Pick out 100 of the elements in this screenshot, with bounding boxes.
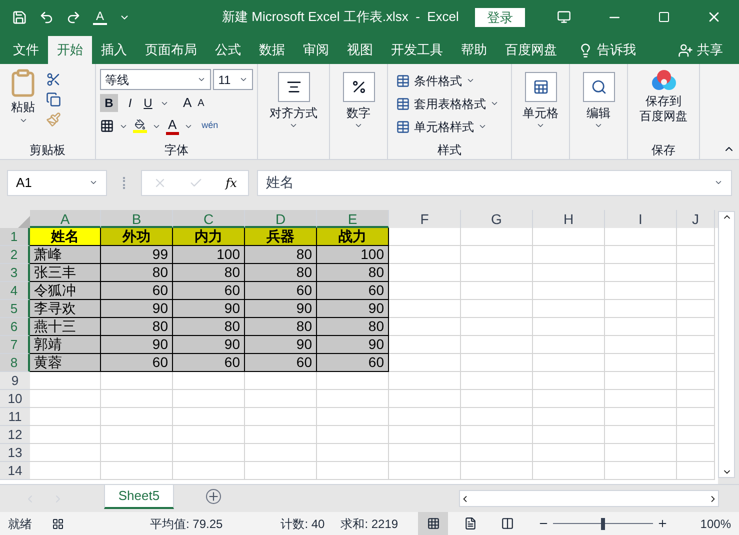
ribbon-tab[interactable]: 页面布局 [136, 36, 206, 64]
table-cell: 90 [101, 300, 173, 318]
column-header[interactable]: C [173, 210, 245, 228]
row-header[interactable]: 12 [0, 426, 30, 444]
table-cell: 99 [101, 246, 173, 264]
table-cell: 60 [317, 354, 389, 372]
table-cell: 60 [101, 282, 173, 300]
row-header[interactable]: 13 [0, 444, 30, 462]
alignment-button[interactable]: 对齐方式 [266, 68, 322, 121]
row-header[interactable]: 3 [0, 264, 30, 282]
row-header[interactable]: 5 [0, 300, 30, 318]
table-cell: 燕十三 [30, 318, 101, 336]
table-cell: 80 [245, 246, 317, 264]
bold-button[interactable]: B [100, 94, 118, 112]
formula-field[interactable]: 姓名 [257, 170, 732, 196]
table-cell: 100 [317, 246, 389, 264]
ribbon-tab[interactable]: 公式 [206, 36, 250, 64]
ribbon-tab[interactable]: 开始 [48, 36, 92, 64]
ribbon-tab[interactable]: 审阅 [294, 36, 338, 64]
row-header[interactable]: 10 [0, 390, 30, 408]
decrease-font-button[interactable]: A [198, 96, 204, 110]
editing-button[interactable]: 编辑 [578, 68, 618, 121]
phonetic-button[interactable]: wén [202, 119, 218, 133]
font-color-button[interactable]: A [166, 118, 179, 134]
increase-font-button[interactable]: A [183, 93, 192, 113]
name-box[interactable]: A1 [7, 170, 107, 196]
column-header[interactable]: A [30, 210, 101, 228]
table-cell: 80 [317, 264, 389, 282]
table-cell: 80 [317, 318, 389, 336]
count-value: 计数: 40 [280, 516, 325, 532]
tell-me-button[interactable]: 告诉我 [597, 40, 636, 60]
table-cell: 姓名 [30, 228, 101, 246]
font-name-field[interactable]: 等线 [100, 69, 212, 90]
table-cell: 80 [101, 318, 173, 336]
table-cell: 90 [317, 300, 389, 318]
save-to-cloud-button[interactable]: 保存到 百度网盘 [640, 68, 688, 124]
table-cell: 80 [245, 318, 317, 336]
table-cell: 90 [173, 336, 245, 354]
table-cell: 郭靖 [30, 336, 101, 354]
table-cell: 萧峰 [30, 246, 101, 264]
window-title: 新建 Microsoft Excel 工作表.xlsx - Excel [222, 8, 459, 26]
row-header[interactable]: 14 [0, 462, 30, 480]
login-button[interactable]: 登录 [474, 8, 525, 26]
table-cell: 80 [245, 264, 317, 282]
row-header[interactable]: 9 [0, 372, 30, 390]
group-label: 字体 [164, 142, 190, 159]
style-menu-button[interactable]: 单元格样式 [396, 115, 503, 138]
row-header[interactable]: 4 [0, 282, 30, 300]
table-cell: 100 [173, 246, 245, 264]
status-mode: 就绪 [8, 516, 32, 532]
cells-button[interactable]: 单元格 [518, 68, 562, 121]
table-cell: 外功 [101, 228, 173, 246]
table-cell: 兵器 [245, 228, 317, 246]
row-header[interactable]: 2 [0, 246, 30, 264]
table-cell: 80 [173, 318, 245, 336]
row-header[interactable]: 8 [0, 354, 30, 372]
underline-button[interactable]: U [142, 94, 154, 112]
row-header[interactable]: 6 [0, 318, 30, 336]
column-header[interactable]: D [245, 210, 317, 228]
ribbon-tab[interactable]: 文件 [4, 36, 48, 64]
number-format-button[interactable]: 数字 [338, 68, 378, 121]
insert-function-button[interactable]: fx [226, 174, 237, 192]
column-header[interactable]: B [101, 210, 173, 228]
table-cell: 李寻欢 [30, 300, 101, 318]
row-header[interactable]: 11 [0, 408, 30, 426]
italic-button[interactable]: I [124, 94, 136, 112]
table-cell: 战力 [317, 228, 389, 246]
share-button[interactable]: 共享 [697, 40, 723, 60]
table-cell: 令狐冲 [30, 282, 101, 300]
table-cell: 90 [101, 336, 173, 354]
group-label: 样式 [436, 142, 462, 159]
table-cell: 60 [173, 282, 245, 300]
ribbon-tab[interactable]: 百度网盘 [496, 36, 566, 64]
group-label: 保存 [652, 142, 676, 159]
table-cell: 60 [317, 282, 389, 300]
ribbon-tab[interactable]: 视图 [338, 36, 382, 64]
table-cell: 60 [245, 282, 317, 300]
table-cell: 张三丰 [30, 264, 101, 282]
style-menu-button[interactable]: 条件格式 [396, 69, 503, 92]
table-cell: 90 [317, 336, 389, 354]
font-size-field[interactable]: 11 [213, 69, 253, 90]
table-cell: 80 [173, 264, 245, 282]
table-cell: 黄蓉 [30, 354, 101, 372]
ribbon-tab[interactable]: 开发工具 [382, 36, 452, 64]
row-header[interactable]: 7 [0, 336, 30, 354]
table-cell: 60 [245, 354, 317, 372]
ribbon-tab[interactable]: 帮助 [452, 36, 496, 64]
table-cell: 80 [101, 264, 173, 282]
table-cell: 60 [101, 354, 173, 372]
group-label: 剪贴板 [28, 142, 66, 159]
table-cell: 90 [245, 336, 317, 354]
paste-button[interactable]: 粘贴 [8, 68, 38, 141]
ribbon-tab[interactable]: 数据 [250, 36, 294, 64]
row-header[interactable]: 1 [0, 228, 30, 246]
table-cell: 90 [245, 300, 317, 318]
sheet-tab[interactable]: Sheet5 [104, 485, 174, 509]
table-cell: 60 [173, 354, 245, 372]
column-header[interactable]: E [317, 210, 389, 228]
style-menu-button[interactable]: 套用表格格式 [396, 92, 503, 115]
ribbon-tab[interactable]: 插入 [92, 36, 136, 64]
